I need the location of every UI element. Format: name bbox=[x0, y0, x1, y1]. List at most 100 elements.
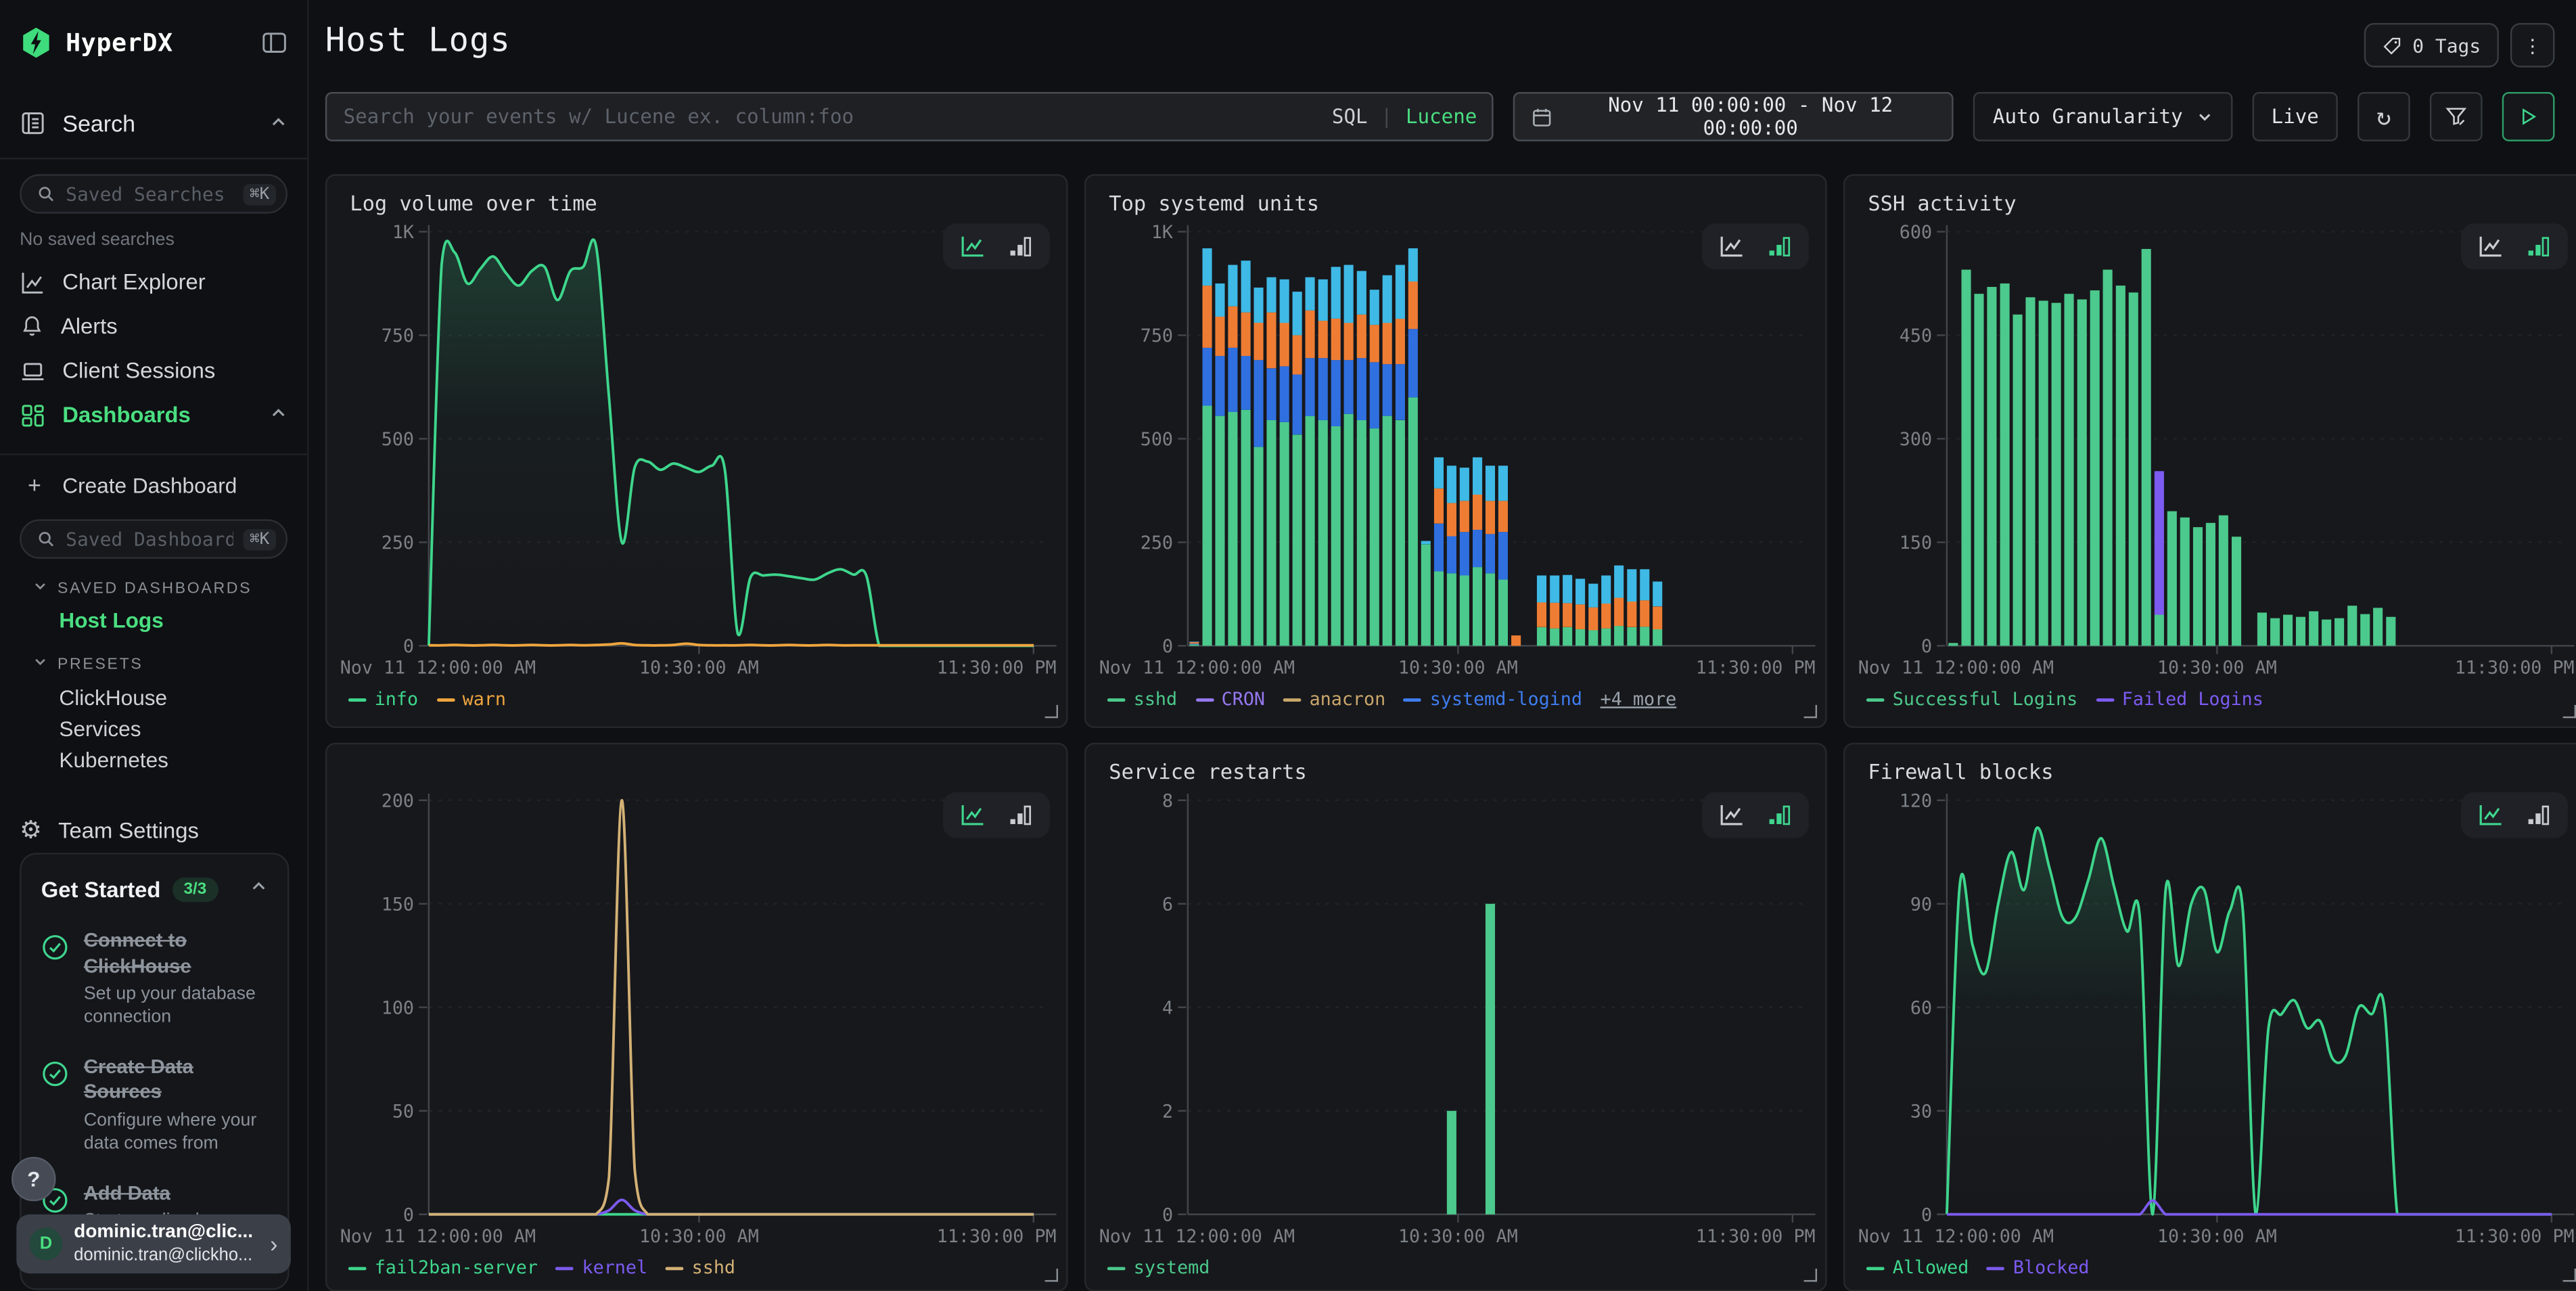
legend-item[interactable]: systemd-logind bbox=[1404, 689, 1582, 710]
svg-text:500: 500 bbox=[1141, 429, 1173, 450]
svg-text:Nov 11 12:00:00 AM: Nov 11 12:00:00 AM bbox=[340, 658, 536, 679]
legend-swatch bbox=[1107, 1266, 1126, 1269]
svg-text:10:30:00 AM: 10:30:00 AM bbox=[2157, 658, 2277, 679]
panel-resize-handle[interactable] bbox=[1804, 705, 1817, 718]
legend-item[interactable]: systemd bbox=[1107, 1257, 1210, 1279]
sidebar-item-clickhouse[interactable]: ClickHouse bbox=[20, 685, 288, 710]
svg-text:11:30:00 PM: 11:30:00 PM bbox=[1696, 1226, 1816, 1247]
chart-canvas[interactable]: 1K7505002500Nov 11 12:00:00 AM10:30:00 A… bbox=[1096, 219, 1819, 679]
legend-swatch bbox=[1866, 1266, 1885, 1269]
tag-icon bbox=[2383, 35, 2403, 55]
svg-text:0: 0 bbox=[1162, 636, 1173, 657]
sidebar-item-services[interactable]: Services bbox=[20, 717, 288, 741]
date-range-picker[interactable]: Nov 11 00:00:00 - Nov 12 00:00:00 bbox=[1513, 92, 1954, 141]
sidebar-item-search[interactable]: Search bbox=[20, 105, 288, 141]
legend-item[interactable]: fail2ban-server bbox=[348, 1257, 538, 1279]
get-started-step[interactable]: Connect to ClickHouseSet up your databas… bbox=[41, 928, 268, 1030]
line-view-icon[interactable] bbox=[1717, 233, 1747, 260]
sidebar-item-kubernetes[interactable]: Kubernetes bbox=[20, 748, 288, 772]
legend-item[interactable]: sshd bbox=[666, 1257, 735, 1279]
legend-item[interactable]: kernel bbox=[556, 1257, 647, 1279]
chevron-down-icon bbox=[2196, 108, 2213, 124]
chevron-up-icon[interactable] bbox=[250, 874, 268, 904]
sidebar-item-dashboards[interactable]: Dashboards bbox=[20, 392, 288, 437]
bar-view-icon[interactable] bbox=[1005, 233, 1035, 260]
chart-canvas[interactable]: 200150100500Nov 11 12:00:00 AM10:30:00 A… bbox=[337, 787, 1060, 1247]
svg-text:11:30:00 PM: 11:30:00 PM bbox=[937, 1226, 1057, 1247]
legend-item[interactable]: Allowed bbox=[1866, 1257, 1969, 1279]
saved-dashboards-input[interactable]: ⌘K bbox=[20, 519, 288, 558]
create-dashboard-button[interactable]: + Create Dashboard bbox=[20, 465, 288, 504]
filter-button[interactable] bbox=[2430, 92, 2483, 141]
sql-toggle-option[interactable]: SQL bbox=[1332, 105, 1368, 128]
tags-button[interactable]: 0 Tags bbox=[2365, 23, 2499, 68]
bar-view-icon[interactable] bbox=[2523, 233, 2553, 260]
legend-item[interactable]: Blocked bbox=[1987, 1257, 2089, 1279]
chart-canvas[interactable]: 1K7505002500Nov 11 12:00:00 AM10:30:00 A… bbox=[337, 219, 1060, 679]
panel-resize-handle[interactable] bbox=[1045, 705, 1058, 718]
svg-text:Nov 11 12:00:00 AM: Nov 11 12:00:00 AM bbox=[340, 1226, 536, 1247]
brand-name: HyperDX bbox=[66, 28, 173, 58]
more-options-button[interactable]: ⋮ bbox=[2510, 23, 2555, 68]
legend-swatch bbox=[1404, 698, 1422, 701]
app-root: HyperDX Search ⌘K No saved searches Char… bbox=[0, 0, 2576, 1291]
main-content: Host Logs 0 Tags ⋮ SQL | Lucene Nov 11 0… bbox=[309, 0, 2576, 1291]
sidebar-item-chart-explorer[interactable]: Chart Explorer bbox=[20, 260, 288, 304]
chart-legend: Allowed Blocked bbox=[1866, 1257, 2090, 1279]
help-button[interactable]: ? bbox=[12, 1157, 56, 1202]
run-query-button[interactable] bbox=[2502, 92, 2555, 141]
chart-canvas[interactable]: 1209060300Nov 11 12:00:00 AM10:30:00 AM1… bbox=[1855, 787, 2576, 1247]
section-saved-dashboards[interactable]: SAVED DASHBOARDS bbox=[20, 579, 288, 598]
user-menu[interactable]: D dominic.tran@clic... dominic.tran@clic… bbox=[16, 1215, 291, 1273]
chart-canvas[interactable]: 6004503001500Nov 11 12:00:00 AM10:30:00 … bbox=[1855, 219, 2576, 679]
chart-type-toggle bbox=[1702, 792, 1809, 838]
legend-swatch bbox=[1283, 698, 1302, 701]
lucene-toggle-option[interactable]: Lucene bbox=[1406, 105, 1477, 128]
bar-view-icon[interactable] bbox=[1764, 233, 1794, 260]
event-search-input[interactable] bbox=[325, 92, 1494, 141]
panel-resize-handle[interactable] bbox=[1045, 1269, 1058, 1282]
bar-view-icon[interactable] bbox=[1005, 802, 1035, 828]
line-view-icon[interactable] bbox=[1717, 802, 1747, 828]
gear-icon: ⚙ bbox=[20, 817, 42, 842]
saved-searches-field[interactable] bbox=[66, 183, 233, 206]
legend-item[interactable]: info bbox=[348, 689, 418, 710]
line-view-icon[interactable] bbox=[2476, 233, 2506, 260]
saved-dashboards-field[interactable] bbox=[66, 528, 233, 551]
sidebar-item-host-logs[interactable]: Host Logs bbox=[20, 608, 288, 633]
legend-item[interactable]: Failed Logins bbox=[2096, 689, 2263, 710]
bar-view-icon[interactable] bbox=[1764, 802, 1794, 828]
legend-item[interactable]: warn bbox=[436, 689, 506, 710]
line-view-icon[interactable] bbox=[2476, 802, 2506, 828]
svg-text:0: 0 bbox=[1162, 1204, 1173, 1225]
panel-resize-handle[interactable] bbox=[2563, 1269, 2576, 1282]
svg-text:300: 300 bbox=[1900, 429, 1932, 450]
sidebar-item-team-settings[interactable]: ⚙ Team Settings bbox=[20, 812, 288, 848]
panel-resize-handle[interactable] bbox=[2563, 705, 2576, 718]
svg-text:120: 120 bbox=[1900, 790, 1932, 811]
section-presets[interactable]: PRESETS bbox=[20, 654, 288, 674]
divider bbox=[0, 453, 307, 455]
legend-item[interactable]: CRON bbox=[1195, 689, 1265, 710]
get-started-step[interactable]: Create Data SourcesConfigure where your … bbox=[41, 1055, 268, 1156]
legend-item[interactable]: sshd bbox=[1107, 689, 1177, 710]
chart-legend: sshd CRON anacron systemd-logind +4 more bbox=[1107, 689, 1676, 710]
legend-more-link[interactable]: +4 more bbox=[1601, 689, 1677, 710]
sidebar-item-client-sessions[interactable]: Client Sessions bbox=[20, 348, 288, 393]
sidebar-item-alerts[interactable]: Alerts bbox=[20, 304, 288, 348]
bar-view-icon[interactable] bbox=[2523, 802, 2553, 828]
legend-item[interactable]: Successful Logins bbox=[1866, 689, 2077, 710]
search-icon bbox=[36, 184, 55, 204]
svg-text:1K: 1K bbox=[1151, 222, 1173, 243]
panel-resize-handle[interactable] bbox=[1804, 1269, 1817, 1282]
line-view-icon[interactable] bbox=[958, 233, 988, 260]
live-button[interactable]: Live bbox=[2253, 92, 2338, 141]
refresh-button[interactable]: ↻ bbox=[2358, 92, 2410, 141]
collapse-sidebar-icon[interactable] bbox=[261, 30, 288, 56]
laptop-icon bbox=[20, 357, 46, 384]
line-view-icon[interactable] bbox=[958, 802, 988, 828]
legend-item[interactable]: anacron bbox=[1283, 689, 1385, 710]
granularity-select[interactable]: Auto Granularity bbox=[1973, 92, 2233, 141]
chart-canvas[interactable]: 86420Nov 11 12:00:00 AM10:30:00 AM11:30:… bbox=[1096, 787, 1819, 1247]
saved-searches-input[interactable]: ⌘K bbox=[20, 174, 288, 213]
